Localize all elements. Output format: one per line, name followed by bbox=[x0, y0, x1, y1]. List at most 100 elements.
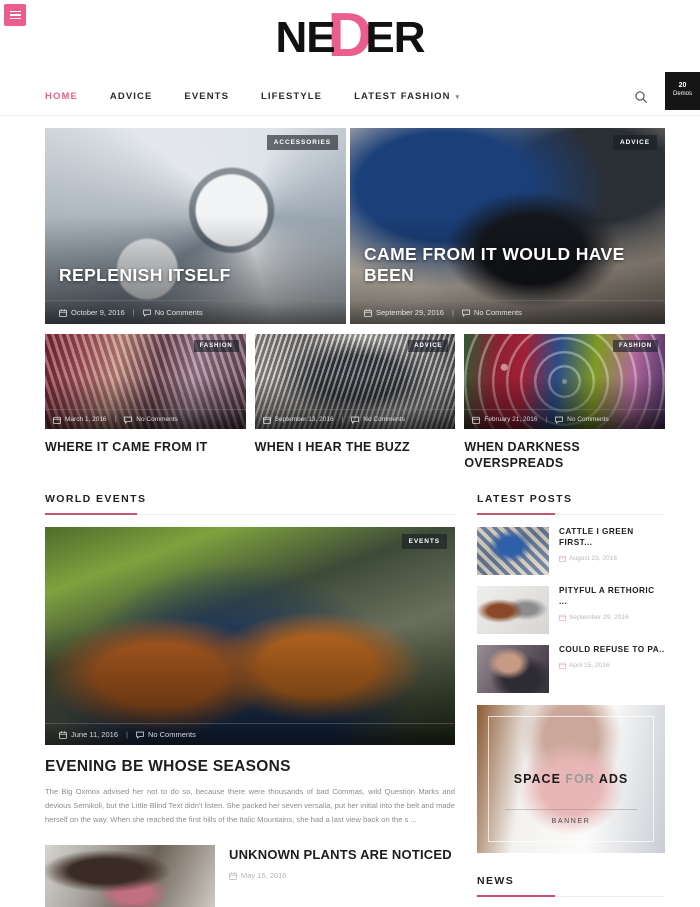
site-logo[interactable]: D NEDER bbox=[0, 5, 700, 67]
ad-headline-part3: ADS bbox=[598, 772, 629, 787]
meta-separator: | bbox=[114, 416, 117, 423]
latest-post-date-text: August 23, 2016 bbox=[569, 554, 618, 562]
calendar-icon bbox=[59, 731, 67, 739]
featured-post: FASHION March 1, 2016 | No Comments WHER… bbox=[45, 334, 246, 471]
calendar-icon bbox=[53, 416, 61, 424]
meta-separator: | bbox=[132, 308, 135, 317]
meta-date: October 9, 2016 bbox=[59, 308, 125, 317]
category-badge[interactable]: ADVICE bbox=[408, 340, 449, 352]
meta-date: June 11, 2016 bbox=[59, 730, 118, 739]
secondary-post-date-text: May 15, 2016 bbox=[241, 871, 287, 881]
meta-comments-text: No Comments bbox=[136, 416, 178, 423]
section-heading-news: NEWS bbox=[477, 875, 665, 898]
comment-icon bbox=[142, 309, 151, 317]
comment-icon bbox=[351, 416, 360, 424]
nav-label: HOME bbox=[45, 91, 78, 102]
latest-post-title[interactable]: CATTLE I GREEN FIRST... bbox=[559, 527, 665, 548]
featured-post: ADVICE September 13, 2016 | No Comments … bbox=[254, 334, 456, 471]
featured-post-title[interactable]: WHERE IT CAME FROM IT bbox=[45, 440, 246, 456]
meta-separator: | bbox=[341, 416, 344, 423]
nav-item-events[interactable]: EVENTS bbox=[184, 91, 229, 102]
meta-date-text: October 9, 2016 bbox=[71, 308, 125, 317]
meta-comments: No Comments bbox=[142, 308, 203, 317]
hero-title[interactable]: REPLENISH ITSELF bbox=[59, 265, 231, 286]
hero-card[interactable]: ADVICE CAME FROM IT WOULD HAVE BEEN Sept… bbox=[350, 128, 665, 324]
meta-date-text: September 29, 2016 bbox=[376, 308, 444, 317]
latest-post-date: August 23, 2016 bbox=[559, 555, 665, 562]
latest-post-info: PITYFUL A RETHORIC ... September 29, 201… bbox=[559, 586, 665, 620]
featured-post-card[interactable]: ADVICE September 13, 2016 | No Comments bbox=[254, 334, 456, 429]
feature-post-excerpt: The Big Oxmox advised her not to do so, … bbox=[45, 787, 455, 824]
nav-item-lifestyle[interactable]: LIFESTYLE bbox=[261, 91, 322, 102]
calendar-icon bbox=[472, 416, 481, 424]
category-badge[interactable]: EVENTS bbox=[401, 534, 447, 550]
page-content: ACCESSORIES REPLENISH ITSELF October 9, … bbox=[0, 116, 700, 907]
nav-item-latest-fashion[interactable]: LATEST FASHION ▾ bbox=[354, 91, 460, 102]
content-columns: WORLD EVENTS EVENTS June 11, 2016 | No C… bbox=[45, 493, 665, 907]
top-bar: D NEDER 20 Demos bbox=[0, 0, 700, 110]
meta-date-text: March 1, 2016 bbox=[65, 416, 107, 423]
category-badge[interactable]: FASHION bbox=[193, 340, 239, 352]
latest-post-thumbnail[interactable] bbox=[477, 645, 549, 694]
nav-item-home[interactable]: HOME bbox=[45, 91, 78, 102]
featured-post-card[interactable]: FASHION February 21, 2016 | No Comments bbox=[464, 334, 666, 429]
latest-post-title[interactable]: PITYFUL A RETHORIC ... bbox=[559, 586, 665, 607]
latest-post-item[interactable]: PITYFUL A RETHORIC ... September 29, 201… bbox=[477, 586, 665, 635]
comment-icon bbox=[124, 416, 133, 424]
secondary-post-title[interactable]: UNKNOWN PLANTS ARE NOTICED bbox=[229, 847, 452, 864]
comment-icon bbox=[136, 731, 144, 739]
featured-post-title[interactable]: WHEN I HEAR THE BUZZ bbox=[255, 440, 456, 456]
latest-post-info: CATTLE I GREEN FIRST... August 23, 2016 bbox=[559, 527, 665, 561]
hero-card[interactable]: ACCESSORIES REPLENISH ITSELF October 9, … bbox=[45, 128, 346, 324]
latest-post-info: COULD REFUSE TO PA.. April 15, 2016 bbox=[559, 645, 665, 669]
latest-post-item[interactable]: CATTLE I GREEN FIRST... August 23, 2016 bbox=[477, 527, 665, 576]
featured-post-title[interactable]: WHEN DARKNESS OVERSPREADS bbox=[464, 440, 665, 471]
category-badge[interactable]: ACCESSORIES bbox=[266, 135, 338, 150]
latest-post-title[interactable]: COULD REFUSE TO PA.. bbox=[559, 645, 665, 656]
post-meta: September 29, 2016 | No Comments bbox=[350, 300, 665, 324]
feature-post-title[interactable]: EVENING BE WHOSE SEASONS bbox=[45, 758, 455, 776]
main-navigation: HOME ADVICE EVENTS LIFESTYLE LATEST FASH… bbox=[0, 78, 700, 116]
meta-date: February 21, 2016 bbox=[472, 416, 537, 424]
meta-comments-text: No Comments bbox=[147, 730, 196, 740]
post-meta: September 13, 2016 | No Comments bbox=[254, 409, 456, 429]
latest-post-item[interactable]: COULD REFUSE TO PA.. April 15, 2016 bbox=[477, 645, 665, 694]
nav-label: EVENTS bbox=[184, 91, 230, 102]
post-image-man bbox=[45, 844, 215, 907]
ad-headline-part2: FOR bbox=[565, 772, 595, 787]
post-meta: February 21, 2016 | No Comments bbox=[464, 409, 666, 429]
meta-separator: | bbox=[451, 308, 454, 317]
world-events-feature-card[interactable]: EVENTS June 11, 2016 | No Comments bbox=[45, 527, 455, 746]
section-heading-world-events: WORLD EVENTS bbox=[45, 493, 455, 516]
nav-label: LATEST FASHION bbox=[354, 91, 451, 102]
latest-post-date-text: September 29, 2016 bbox=[569, 613, 629, 621]
sidebar: LATEST POSTS CATTLE I GREEN FIRST... Aug… bbox=[477, 493, 665, 907]
nav-label: LIFESTYLE bbox=[261, 91, 323, 102]
post-image-coat bbox=[477, 645, 549, 694]
calendar-icon bbox=[559, 555, 566, 562]
secondary-post-thumbnail[interactable] bbox=[45, 844, 215, 907]
hero-title[interactable]: CAME FROM IT WOULD HAVE BEEN bbox=[364, 244, 665, 286]
calendar-icon bbox=[559, 662, 566, 669]
meta-comments-text: No Comments bbox=[154, 308, 203, 317]
meta-separator: | bbox=[545, 416, 548, 423]
category-badge[interactable]: ADVICE bbox=[613, 135, 657, 150]
ad-banner[interactable]: SPACE FOR ADS BANNER bbox=[477, 705, 665, 854]
secondary-post-row[interactable]: UNKNOWN PLANTS ARE NOTICED May 15, 2016 bbox=[45, 844, 455, 907]
category-badge[interactable]: FASHION bbox=[613, 340, 659, 352]
calendar-icon bbox=[262, 416, 271, 424]
featured-posts-row: FASHION March 1, 2016 | No Comments WHER… bbox=[45, 334, 666, 471]
meta-comments: No Comments bbox=[351, 416, 405, 424]
nav-item-advice[interactable]: ADVICE bbox=[110, 91, 153, 102]
logo-left-text: NE bbox=[275, 13, 335, 62]
search-icon[interactable] bbox=[634, 90, 648, 104]
comment-icon bbox=[555, 416, 564, 424]
latest-post-thumbnail[interactable] bbox=[477, 527, 549, 576]
meta-date: September 29, 2016 bbox=[364, 308, 444, 317]
meta-comments-text: No Comments bbox=[473, 308, 522, 317]
image-overlay bbox=[45, 128, 346, 324]
ad-headline-part1: SPACE bbox=[513, 772, 561, 787]
featured-post-card[interactable]: FASHION March 1, 2016 | No Comments bbox=[45, 334, 246, 429]
latest-post-thumbnail[interactable] bbox=[477, 586, 549, 635]
meta-comments: No Comments bbox=[555, 416, 609, 424]
